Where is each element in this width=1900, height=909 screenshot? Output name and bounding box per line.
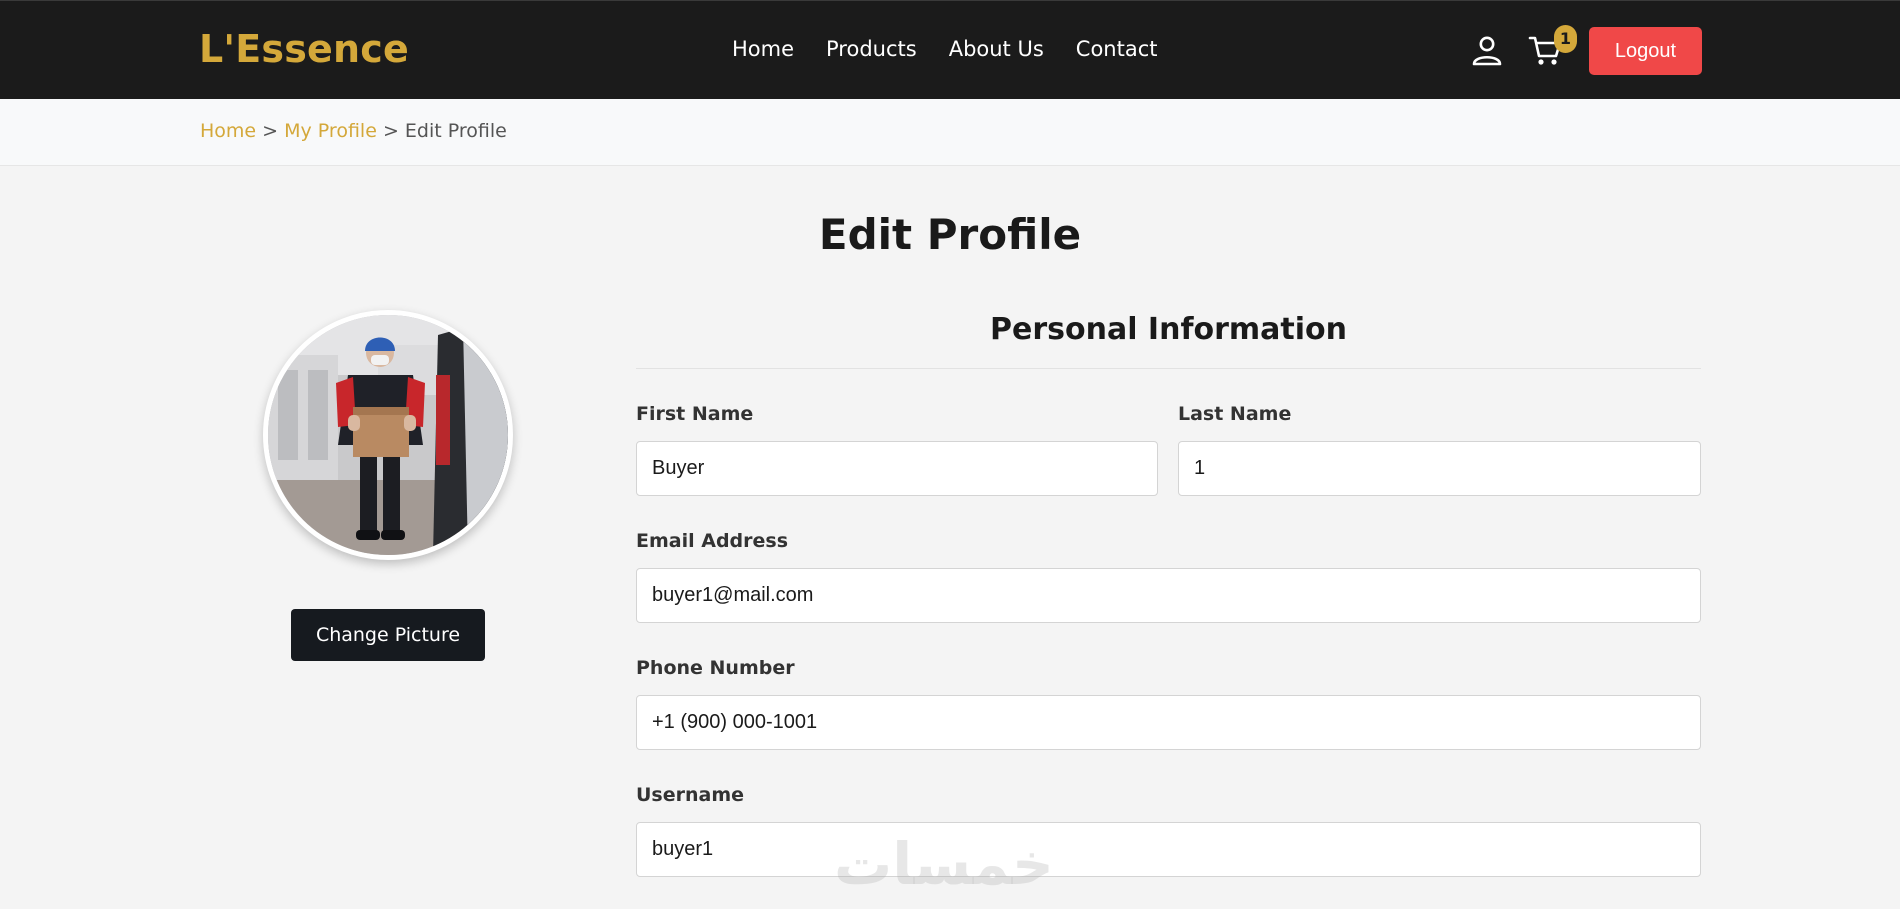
breadcrumb-current: Edit Profile xyxy=(404,120,507,142)
page-title: Edit Profile xyxy=(818,210,1082,259)
cart-count-badge: 1 xyxy=(1554,25,1577,53)
top-navbar: L'Essence Home Products About Us Contact… xyxy=(0,0,1900,99)
last-name-input[interactable] xyxy=(1178,441,1701,496)
nav-link-about[interactable]: About Us xyxy=(949,37,1044,61)
last-name-label: Last Name xyxy=(1178,403,1292,425)
nav-link-home[interactable]: Home xyxy=(732,37,794,61)
nav-link-products[interactable]: Products xyxy=(826,37,917,61)
user-icon[interactable] xyxy=(1469,33,1505,69)
section-title: Personal Information xyxy=(990,312,1347,347)
breadcrumb: Home > My Profile > Edit Profile xyxy=(200,120,507,142)
section-divider xyxy=(636,368,1701,369)
nav-link-contact[interactable]: Contact xyxy=(1076,37,1158,61)
avatar-photo xyxy=(268,315,508,555)
breadcrumb-separator: > xyxy=(382,120,399,142)
username-input[interactable] xyxy=(636,822,1701,877)
profile-avatar xyxy=(263,310,513,560)
logout-button[interactable]: Logout xyxy=(1589,27,1702,75)
username-label: Username xyxy=(636,784,745,806)
phone-label: Phone Number xyxy=(636,657,795,679)
brand-logo[interactable]: L'Essence xyxy=(199,27,409,71)
breadcrumb-my-profile[interactable]: My Profile xyxy=(284,120,377,142)
breadcrumb-separator: > xyxy=(262,120,279,142)
phone-input[interactable] xyxy=(636,695,1701,750)
change-picture-button[interactable]: Change Picture xyxy=(291,609,485,661)
first-name-label: First Name xyxy=(636,403,754,425)
watermark-logo: خمسات xyxy=(834,830,1054,898)
first-name-input[interactable] xyxy=(636,441,1158,496)
email-label: Email Address xyxy=(636,530,789,552)
breadcrumb-home[interactable]: Home xyxy=(200,120,256,142)
email-input[interactable] xyxy=(636,568,1701,623)
breadcrumb-bar: Home > My Profile > Edit Profile xyxy=(0,99,1900,166)
main-nav: Home Products About Us Contact xyxy=(732,37,1157,61)
